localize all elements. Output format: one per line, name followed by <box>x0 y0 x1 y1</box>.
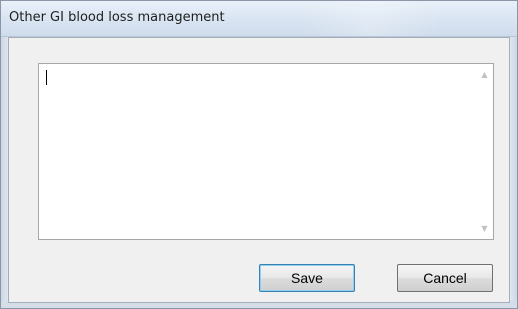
window-frame-left <box>1 37 8 303</box>
scroll-up-arrow-icon[interactable]: ▲ <box>476 66 493 83</box>
title-bar-highlight <box>301 1 441 36</box>
vertical-scrollbar[interactable]: ▲ ▼ <box>476 64 493 239</box>
cancel-button[interactable]: Cancel <box>397 264 493 292</box>
dialog-window: Other GI blood loss management ▲ ▼ Save … <box>0 0 518 309</box>
notes-textarea[interactable]: ▲ ▼ <box>38 63 494 240</box>
text-caret <box>46 70 47 85</box>
window-title: Other GI blood loss management <box>9 10 225 25</box>
save-button[interactable]: Save <box>259 264 355 292</box>
window-frame-right <box>510 37 517 303</box>
title-bar[interactable]: Other GI blood loss management <box>1 1 517 37</box>
scroll-down-arrow-icon[interactable]: ▼ <box>476 220 493 237</box>
